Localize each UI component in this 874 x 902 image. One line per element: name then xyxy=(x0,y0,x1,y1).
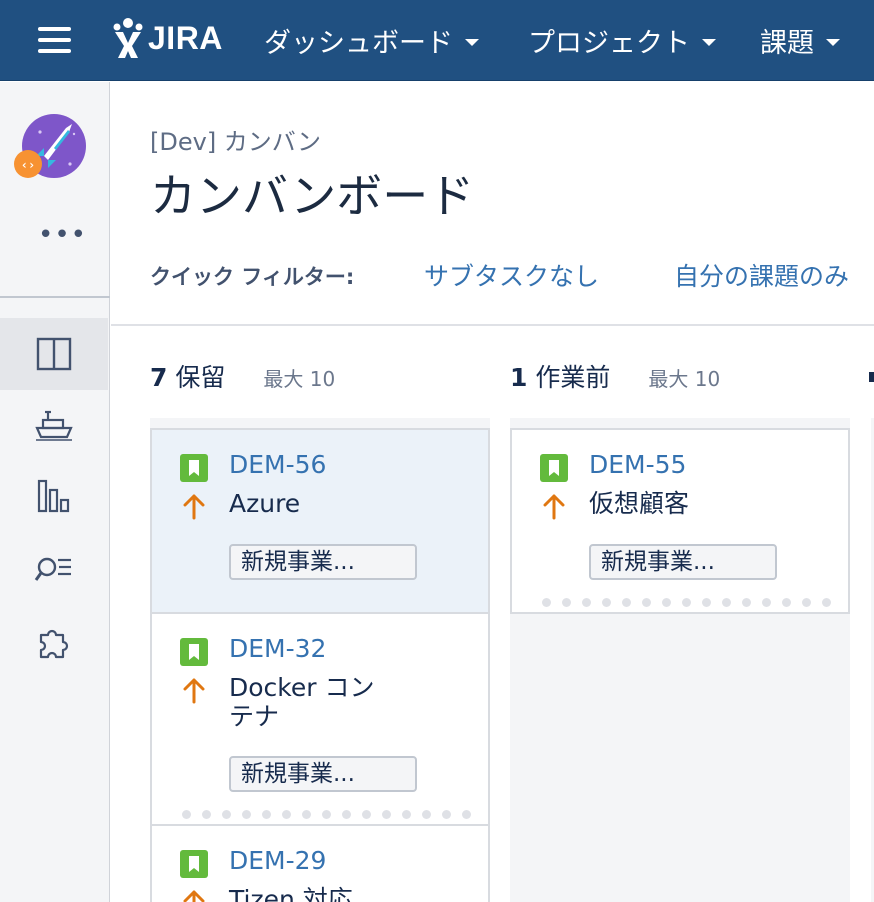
card-drag-handle[interactable] xyxy=(182,810,471,820)
epic-label: 新規事業... xyxy=(589,544,777,580)
releases-icon xyxy=(35,410,73,441)
nav-projects[interactable]: プロジェクト xyxy=(528,20,716,60)
column-max: 最大 10 xyxy=(648,367,721,391)
story-icon xyxy=(540,454,568,482)
issue-key[interactable]: DEM-29 xyxy=(229,846,326,875)
nav-issues[interactable]: 課題 xyxy=(760,20,840,60)
nav-issues-label: 課題 xyxy=(760,27,814,59)
project-sidebar: ‹› ••• xyxy=(0,82,110,902)
project-avatar[interactable]: ‹› xyxy=(14,112,88,184)
issue-card[interactable]: DEM-32 Docker コンテナ 新規事業... xyxy=(150,612,490,826)
more-options-icon[interactable]: ••• xyxy=(38,222,87,248)
sidebar-divider xyxy=(0,296,110,298)
priority-high-icon xyxy=(540,492,568,522)
jira-logo-icon xyxy=(113,18,143,58)
issues-search-icon xyxy=(34,557,71,581)
column-name: 作業前 xyxy=(535,363,611,392)
column-backlog: DEM-56 Azure 新規事業... DEM-32 Docker コンテナ … xyxy=(150,418,490,902)
nav-dashboards[interactable]: ダッシュボード xyxy=(264,20,479,60)
column-header-todo: 1 作業前 最大 10 xyxy=(510,358,720,394)
column-count: 7 xyxy=(150,363,168,392)
addons-puzzle-icon xyxy=(39,629,69,659)
quick-filter-label: クイック フィルター: xyxy=(150,265,355,289)
column-max: 最大 10 xyxy=(263,367,336,391)
story-icon xyxy=(180,638,208,666)
column-header-backlog: 7 保留 最大 10 xyxy=(150,358,335,394)
issue-key[interactable]: DEM-32 xyxy=(229,634,326,663)
sidebar-item-addons[interactable] xyxy=(0,606,108,678)
column-todo: DEM-55 仮想顧客 新規事業... xyxy=(510,418,850,902)
chevron-down-icon xyxy=(826,38,840,46)
card-drag-handle[interactable] xyxy=(542,598,831,608)
column-name: 保留 xyxy=(175,363,226,392)
menu-icon[interactable] xyxy=(38,27,71,53)
page-title: カンバンボード xyxy=(150,169,475,223)
quick-filter-no-subtasks[interactable]: サブタスクなし xyxy=(424,257,599,293)
sidebar-item-issues[interactable] xyxy=(0,534,108,606)
reports-icon xyxy=(37,479,70,513)
board-main: [Dev] カンバン カンバンボード クイック フィルター: サブタスクなし 自… xyxy=(111,82,874,902)
breadcrumb[interactable]: [Dev] カンバン xyxy=(150,122,321,157)
svg-text:‹›: ‹› xyxy=(21,158,35,172)
chevron-down-icon xyxy=(465,38,479,46)
nav-dashboards-label: ダッシュボード xyxy=(264,27,453,59)
column-header-partial xyxy=(869,372,874,382)
issue-summary: Azure xyxy=(229,489,301,518)
epic-label: 新規事業... xyxy=(229,756,417,792)
issue-summary: 仮想顧客 xyxy=(589,489,690,518)
nav-projects-label: プロジェクト xyxy=(528,27,690,59)
sidebar-item-releases[interactable] xyxy=(0,388,108,460)
issue-card[interactable]: DEM-56 Azure 新規事業... xyxy=(150,428,490,614)
story-icon xyxy=(180,454,208,482)
issue-summary: Docker コンテナ xyxy=(229,673,375,731)
chevron-down-icon xyxy=(702,38,716,46)
sidebar-item-board[interactable] xyxy=(0,318,108,390)
issue-card[interactable]: DEM-55 仮想顧客 新規事業... xyxy=(510,428,850,614)
board-icon xyxy=(36,337,72,371)
story-icon xyxy=(180,850,208,878)
quick-filter-my-issues[interactable]: 自分の課題のみ xyxy=(674,257,849,293)
jira-logo-text: JIRA xyxy=(148,19,223,56)
top-navigation: JIRA ダッシュボード プロジェクト 課題 xyxy=(0,0,874,81)
issue-summary: Tizen 対応 xyxy=(229,885,353,902)
issue-key[interactable]: DEM-55 xyxy=(589,450,686,479)
jira-logo[interactable]: JIRA xyxy=(112,16,223,60)
priority-high-icon xyxy=(180,492,208,522)
priority-high-icon xyxy=(180,676,208,706)
sidebar-item-reports[interactable] xyxy=(0,460,108,532)
epic-label: 新規事業... xyxy=(229,544,417,580)
priority-high-icon xyxy=(180,888,208,902)
issue-key[interactable]: DEM-56 xyxy=(229,450,326,479)
column-count: 1 xyxy=(510,363,528,392)
issue-card[interactable]: DEM-29 Tizen 対応 xyxy=(150,824,490,902)
header-divider xyxy=(111,324,874,326)
